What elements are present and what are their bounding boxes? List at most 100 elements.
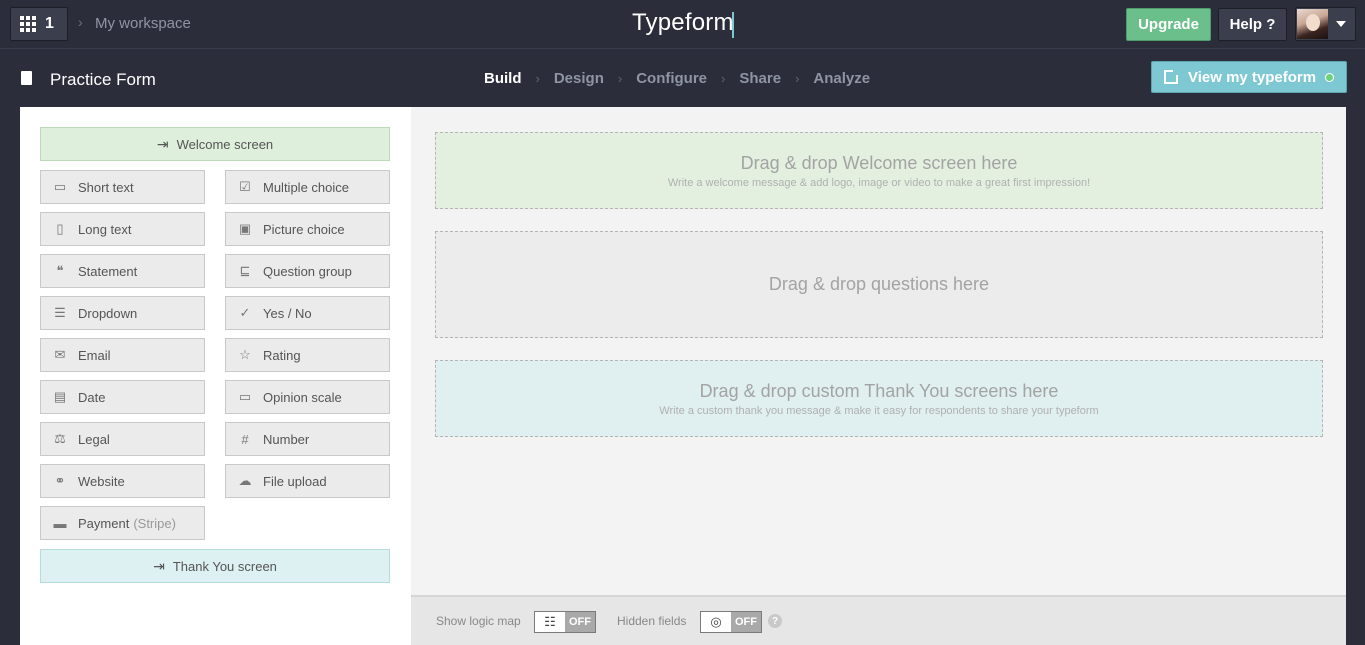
payment-sub-label: (Stripe) — [133, 515, 176, 531]
welcome-screen-label: Welcome screen — [176, 136, 274, 152]
number-icon: # — [241, 431, 249, 447]
yes-no-icon: ✓ — [239, 305, 251, 320]
tab-build[interactable]: Build — [484, 70, 522, 87]
tab-analyze[interactable]: Analyze — [813, 70, 870, 87]
number-button[interactable]: # Number — [225, 422, 390, 456]
workspace-link[interactable]: My workspace — [95, 15, 191, 32]
rating-icon: ☆ — [239, 347, 251, 362]
thank-you-screen-label: Thank You screen — [172, 558, 277, 574]
opinion-scale-label: Opinion scale — [263, 389, 342, 405]
upgrade-button[interactable]: Upgrade — [1126, 8, 1211, 41]
thank-you-drop-subtitle: Write a custom thank you message & make … — [659, 404, 1099, 417]
form-title[interactable]: Practice Form — [50, 70, 156, 90]
canvas-footer: Show logic map ☷ OFF Hidden fields ◎ OFF… — [411, 597, 1346, 645]
question-types-panel: ⇥ Welcome screen ▭ Short text ☑ Multiple… — [20, 107, 411, 645]
file-upload-icon: ☁ — [238, 473, 252, 488]
apps-grid-icon — [20, 16, 36, 32]
form-canvas: Drag & drop Welcome screen here Write a … — [411, 107, 1346, 597]
chevron-right-icon: › — [78, 14, 83, 30]
welcome-screen-button[interactable]: ⇥ Welcome screen — [40, 127, 390, 161]
website-label: Website — [78, 473, 125, 489]
picture-choice-label: Picture choice — [263, 221, 345, 237]
hidden-eye-icon: ◎ — [710, 614, 722, 629]
dropdown-button[interactable]: ☰ Dropdown — [40, 296, 205, 330]
picture-choice-button[interactable]: ▣ Picture choice — [225, 212, 390, 246]
view-typeform-button[interactable]: View my typeform — [1151, 61, 1347, 93]
picture-choice-icon: ▣ — [238, 221, 252, 236]
yes-no-button[interactable]: ✓ Yes / No — [225, 296, 390, 330]
logic-map-state: OFF — [565, 612, 595, 632]
tab-share[interactable]: Share — [739, 70, 781, 87]
statement-button[interactable]: ❝ Statement — [40, 254, 205, 288]
question-group-button[interactable]: ⊑ Question group — [225, 254, 390, 288]
chevron-right-icon: › — [721, 71, 726, 86]
questions-drop-title: Drag & drop questions here — [768, 274, 990, 294]
chevron-right-icon: › — [535, 71, 540, 86]
thank-you-screen-icon: ⇥ — [153, 557, 165, 574]
opinion-scale-button[interactable]: ▭ Opinion scale — [225, 380, 390, 414]
date-button[interactable]: ▤ Date — [40, 380, 205, 414]
payment-button[interactable]: ▬ Payment (Stripe) — [40, 506, 205, 540]
payment-icon: ▬ — [53, 515, 67, 531]
thank-you-screen-button[interactable]: ⇥ Thank You screen — [40, 549, 390, 583]
logic-map-toggle[interactable]: ☷ OFF — [534, 611, 596, 633]
multiple-choice-button[interactable]: ☑ Multiple choice — [225, 170, 390, 204]
rating-label: Rating — [263, 347, 301, 363]
welcome-drop-title: Drag & drop Welcome screen here — [740, 152, 1018, 173]
hidden-fields-toggle[interactable]: ◎ OFF — [700, 611, 762, 633]
tab-design[interactable]: Design — [554, 70, 604, 87]
logic-map-icon: ☷ — [544, 614, 556, 629]
form-header: Practice Form Build › Design › Configure… — [0, 50, 1365, 107]
opinion-scale-icon: ▭ — [238, 389, 252, 404]
tab-configure[interactable]: Configure — [636, 70, 707, 87]
live-status-dot — [1325, 72, 1335, 82]
dropdown-label: Dropdown — [78, 305, 138, 321]
date-label: Date — [78, 389, 106, 405]
website-button[interactable]: ⚭ Website — [40, 464, 205, 498]
chevron-right-icon: › — [795, 71, 800, 86]
long-text-icon: ▯ — [56, 221, 64, 236]
statement-icon: ❝ — [56, 263, 64, 278]
yes-no-label: Yes / No — [263, 305, 312, 321]
number-label: Number — [263, 431, 310, 447]
typeform-logo: Typeform — [632, 9, 734, 36]
thank-you-drop-zone[interactable]: Drag & drop custom Thank You screens her… — [435, 360, 1323, 437]
account-menu-button[interactable] — [1295, 7, 1356, 41]
welcome-screen-icon: ⇥ — [156, 135, 169, 152]
help-question-icon[interactable]: ? — [768, 614, 782, 628]
legal-label: Legal — [78, 431, 110, 447]
multiple-choice-icon: ☑ — [239, 179, 251, 194]
question-group-label: Question group — [263, 263, 352, 279]
legal-icon: ⚖ — [54, 431, 66, 446]
dropdown-icon: ☰ — [54, 305, 66, 320]
apps-count: 1 — [45, 15, 54, 32]
external-link-icon — [1164, 68, 1180, 84]
top-bar: 1 › My workspace Typeform Upgrade Help ? — [0, 0, 1365, 49]
logic-map-label: Show logic map — [436, 614, 521, 628]
chevron-right-icon: › — [617, 71, 623, 86]
questions-drop-zone[interactable]: Drag & drop questions here — [435, 231, 1323, 338]
website-link-icon: ⚭ — [54, 473, 66, 488]
email-label: Email — [78, 347, 111, 363]
hidden-fields-state: OFF — [731, 612, 761, 632]
date-icon: ▤ — [53, 389, 67, 404]
statement-label: Statement — [78, 263, 138, 279]
long-text-label: Long text — [78, 221, 132, 237]
apps-menu-button[interactable]: 1 — [10, 7, 68, 41]
help-button[interactable]: Help ? — [1218, 8, 1287, 41]
long-text-button[interactable]: ▯ Long text — [40, 212, 205, 246]
thank-you-drop-title: Drag & drop custom Thank You screens her… — [699, 380, 1059, 401]
email-button[interactable]: ✉ Email — [40, 338, 205, 372]
short-text-label: Short text — [78, 179, 134, 195]
rating-button[interactable]: ☆ Rating — [225, 338, 390, 372]
step-navigation: Build › Design › Configure › Share › Ana… — [484, 70, 870, 87]
logo-cursor — [732, 12, 734, 38]
hidden-fields-label: Hidden fields — [617, 614, 687, 628]
short-text-button[interactable]: ▭ Short text — [40, 170, 205, 204]
legal-button[interactable]: ⚖ Legal — [40, 422, 205, 456]
welcome-drop-subtitle: Write a welcome message & add logo, imag… — [667, 176, 1091, 189]
short-text-icon: ▭ — [53, 179, 67, 194]
question-group-icon: ⊑ — [239, 263, 251, 278]
welcome-drop-zone[interactable]: Drag & drop Welcome screen here Write a … — [435, 132, 1323, 209]
file-upload-button[interactable]: ☁ File upload — [225, 464, 390, 498]
